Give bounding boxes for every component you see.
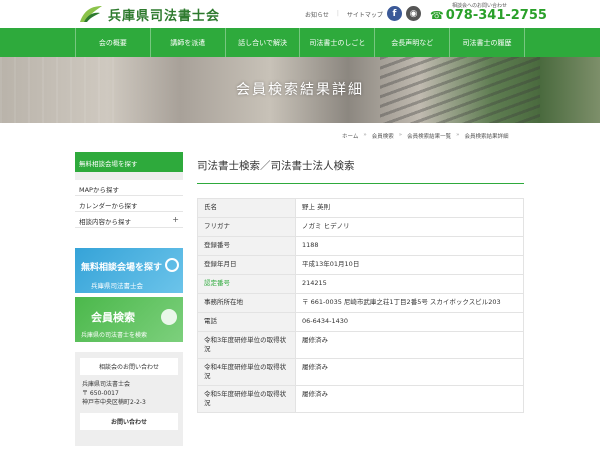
person-search-icon bbox=[161, 309, 177, 325]
row-value: 履修済み bbox=[295, 331, 524, 359]
main-nav: 会の概要 講師を派遣 話し合いで解決 司法書士のしごと 会長声明など 司法書士の… bbox=[0, 28, 600, 57]
contact-box: 相談会のお問い合わせ 兵庫県司法書士会 〒 650-0017 神戸市中央区楠町2… bbox=[75, 352, 183, 446]
phone-contact[interactable]: ☎ 078-341-2755 bbox=[430, 8, 547, 23]
member-detail-table: 氏名 野上 英則 フリガナ ノガミ ヒデノリ 登録番号 1188 登録年月日 平… bbox=[197, 198, 524, 413]
contact-button[interactable]: お問い合わせ bbox=[80, 413, 178, 430]
table-row: 令和3年度研修単位の取得状況 履修済み bbox=[197, 331, 524, 359]
find-venue-banner[interactable]: 無料相談会場を探す 兵庫県司法書士会 bbox=[75, 248, 183, 293]
row-value: 06-6434-1430 bbox=[295, 312, 524, 332]
table-row: 登録年月日 平成13年01月10日 bbox=[197, 255, 524, 275]
row-value: 履修済み bbox=[295, 358, 524, 386]
sidebar-gap bbox=[75, 172, 183, 180]
breadcrumb-results[interactable]: 会員検索結果一覧 bbox=[407, 132, 451, 140]
sitemap-link[interactable]: サイトマップ bbox=[347, 10, 383, 19]
sidebar-item-label: カレンダーから探す bbox=[79, 202, 138, 210]
site-header: 兵庫県司法書士会 お知らせ | サイトマップ f ◉ 相談会へのお問い合わせ ☎… bbox=[0, 0, 600, 28]
sidebar-item-map[interactable]: MAPから探す bbox=[75, 180, 183, 196]
row-key: 事務所所在地 bbox=[197, 293, 296, 313]
nav-item-history[interactable]: 司法書士の履歴 bbox=[449, 28, 525, 57]
banner-subtitle: 兵庫県司法書士会 bbox=[91, 282, 143, 290]
row-key: 登録年月日 bbox=[197, 255, 296, 275]
breadcrumb-current: 会員検索結果詳細 bbox=[464, 134, 509, 140]
contact-line: 兵庫県司法書士会 bbox=[82, 381, 131, 388]
facebook-icon[interactable]: f bbox=[387, 6, 402, 21]
hero-banner: 会員検索結果詳細 bbox=[0, 57, 600, 123]
table-row: フリガナ ノガミ ヒデノリ bbox=[197, 217, 524, 237]
contact-line: 神戸市中央区楠町2-2-3 bbox=[82, 399, 146, 406]
page-title: 会員検索結果詳細 bbox=[236, 82, 364, 98]
banner-subtitle: 兵庫県の司法書士を検索 bbox=[81, 332, 148, 339]
banner-title: 会員検索 bbox=[91, 311, 135, 324]
news-link[interactable]: お知らせ bbox=[305, 10, 329, 19]
table-row: 令和4年度研修単位の取得状況 履修済み bbox=[197, 358, 524, 386]
table-row: 認定番号 214215 bbox=[197, 274, 524, 294]
magnifier-icon bbox=[165, 258, 179, 272]
breadcrumb-separator: » bbox=[456, 132, 460, 138]
table-row: 登録番号 1188 bbox=[197, 236, 524, 256]
row-value: ノガミ ヒデノリ bbox=[295, 217, 524, 237]
contact-line: 〒 650-0017 bbox=[82, 390, 119, 397]
top-links: お知らせ | サイトマップ bbox=[305, 10, 383, 19]
nav-item-lecturer[interactable]: 講師を派遣 bbox=[149, 28, 225, 57]
member-search-banner[interactable]: 会員検索 兵庫県の司法書士を検索 bbox=[75, 297, 183, 342]
row-value: 履修済み bbox=[295, 385, 524, 413]
nav-item-statements[interactable]: 会長声明など bbox=[374, 28, 449, 57]
table-row: 氏名 野上 英則 bbox=[197, 198, 524, 218]
sidebar: 無料相談会場を探す MAPから探す カレンダーから探す 相談内容から探す + 無… bbox=[75, 152, 183, 446]
sidebar-item-label: 相談内容から探す bbox=[79, 218, 131, 226]
sidebar-item-label: MAPから探す bbox=[79, 186, 119, 194]
sidebar-item-calendar[interactable]: カレンダーから探す bbox=[75, 196, 183, 212]
sns-links: f ◉ bbox=[387, 6, 421, 21]
nav-item-overview[interactable]: 会の概要 bbox=[75, 28, 150, 57]
row-value: 214215 bbox=[295, 274, 524, 294]
row-key: 令和3年度研修単位の取得状況 bbox=[197, 331, 296, 359]
breadcrumb-separator: » bbox=[398, 132, 403, 138]
banner-title: 無料相談会場を探す bbox=[81, 263, 163, 273]
table-row: 令和5年度研修単位の取得状況 履修済み bbox=[197, 385, 524, 413]
breadcrumb: ホーム » 会員検索 » 会員検索結果一覧 » 会員検索結果詳細 bbox=[342, 132, 509, 140]
row-key: 電話 bbox=[197, 312, 296, 332]
row-value: 〒 661-0035 尼崎市武庫之荘1丁目2番5号 スカイボックスビル203 bbox=[295, 293, 524, 313]
sidebar-item-topic[interactable]: 相談内容から探す + bbox=[75, 212, 183, 228]
map-pin-icon[interactable]: ◉ bbox=[406, 6, 421, 21]
phone-icon: ☎ bbox=[430, 9, 444, 22]
sidebar-heading: 無料相談会場を探す bbox=[75, 152, 183, 172]
divider: | bbox=[336, 10, 339, 17]
logo-leaf-icon bbox=[80, 6, 102, 22]
row-value: 平成13年01月10日 bbox=[295, 255, 524, 275]
breadcrumb-home[interactable]: ホーム bbox=[342, 132, 358, 140]
row-key: 氏名 bbox=[197, 198, 296, 218]
contact-address: 兵庫県司法書士会 〒 650-0017 神戸市中央区楠町2-2-3 bbox=[80, 380, 178, 407]
table-row: 電話 06-6434-1430 bbox=[197, 312, 524, 332]
row-value: 1188 bbox=[295, 236, 524, 256]
row-key: 令和4年度研修単位の取得状況 bbox=[197, 358, 296, 386]
nav-item-mediation[interactable]: 話し合いで解決 bbox=[224, 28, 300, 57]
phone-number: 078-341-2755 bbox=[445, 8, 547, 23]
section-title: 司法書士検索／司法書士法人検索 bbox=[197, 158, 524, 184]
site-logo[interactable]: 兵庫県司法書士会 bbox=[78, 4, 220, 24]
nav-item-work[interactable]: 司法書士のしごと bbox=[299, 28, 374, 57]
row-key: 令和5年度研修単位の取得状況 bbox=[197, 385, 296, 413]
row-key: 登録番号 bbox=[197, 236, 296, 256]
table-row: 事務所所在地 〒 661-0035 尼崎市武庫之荘1丁目2番5号 スカイボックス… bbox=[197, 293, 524, 313]
logo-text: 兵庫県司法書士会 bbox=[108, 8, 221, 24]
row-key: フリガナ bbox=[197, 217, 296, 237]
contact-title: 相談会のお問い合わせ bbox=[80, 358, 178, 375]
row-key-link[interactable]: 認定番号 bbox=[197, 274, 296, 294]
main-content: 司法書士検索／司法書士法人検索 氏名 野上 英則 フリガナ ノガミ ヒデノリ 登… bbox=[197, 158, 524, 413]
plus-icon[interactable]: + bbox=[172, 215, 179, 224]
breadcrumb-separator: » bbox=[363, 132, 367, 138]
breadcrumb-member-search[interactable]: 会員検索 bbox=[372, 132, 394, 140]
row-value: 野上 英則 bbox=[295, 198, 524, 218]
